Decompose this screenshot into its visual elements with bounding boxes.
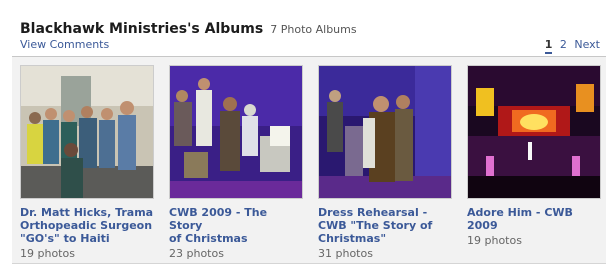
album-title[interactable]: CWB 2009 - The Story of Christmas [169, 206, 303, 245]
page-2-link[interactable]: 2 [560, 38, 567, 51]
page-1-link[interactable]: 1 [544, 38, 553, 54]
album-thumbnail-christmas-story[interactable] [169, 65, 303, 199]
album-photo-count: 19 photos [467, 234, 522, 247]
page-header: Blackhawk Ministries's Albums 7 Photo Al… [20, 18, 357, 37]
album-thumbnail-dress-rehearsal[interactable] [318, 65, 452, 199]
album-card: Adore Him - CWB 2009 19 photos [467, 65, 601, 247]
albums-grid: Dr. Matt Hicks, Trama Orthopeadic Surgeo… [12, 56, 606, 264]
album-photo-count: 23 photos [169, 247, 224, 260]
album-photo-count: 19 photos [20, 247, 75, 260]
album-photo-count: 31 photos [318, 247, 373, 260]
album-card: Dress Rehearsal - CWB "The Story of Chri… [318, 65, 452, 260]
album-count-label: 7 Photo Albums [270, 23, 357, 36]
album-title[interactable]: Dr. Matt Hicks, Trama Orthopeadic Surgeo… [20, 206, 154, 245]
album-card: CWB 2009 - The Story of Christmas 23 pho… [169, 65, 303, 260]
next-page-link[interactable]: Next [574, 38, 600, 51]
pagination: 1 2 Next [541, 38, 600, 54]
view-comments-link[interactable]: View Comments [20, 38, 109, 51]
album-thumbnail-adore-him[interactable] [467, 65, 601, 199]
album-thumbnail-surgeons[interactable] [20, 65, 154, 199]
page-title: Blackhawk Ministries's Albums [20, 21, 264, 37]
album-card: Dr. Matt Hicks, Trama Orthopeadic Surgeo… [20, 65, 154, 260]
album-title[interactable]: Adore Him - CWB 2009 [467, 206, 601, 232]
album-title[interactable]: Dress Rehearsal - CWB "The Story of Chri… [318, 206, 452, 245]
